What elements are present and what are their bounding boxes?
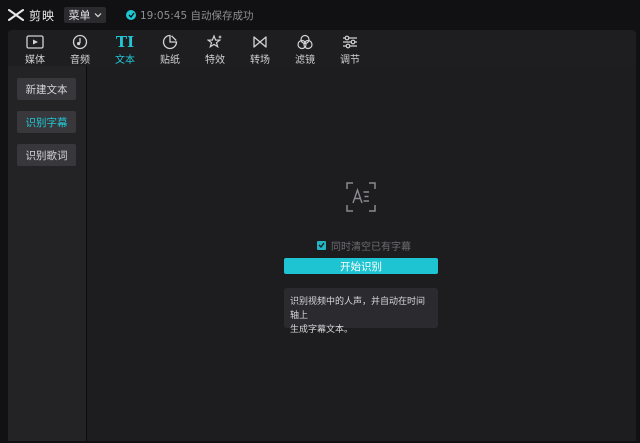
app-name: 剪映 — [29, 8, 56, 23]
transition-icon — [252, 33, 268, 50]
title-bar: 剪映 菜单 19:05:45 自动保存成功 — [0, 0, 640, 30]
sidebar-item-new-text[interactable]: 新建文本 — [17, 78, 76, 100]
check-circle-icon — [126, 10, 136, 20]
tab-adjust[interactable]: 调节 — [328, 30, 372, 66]
subtitle-recognition-panel: 同时清空已有字幕 开始识别 识别视频中的人声，并自动在时间轴上 生成字幕文本。 — [87, 66, 636, 441]
text-category-sidebar: 新建文本 识别字幕 识别歌词 — [8, 66, 86, 441]
tab-transition[interactable]: 转场 — [238, 30, 282, 66]
sidebar-item-recognize-lyrics[interactable]: 识别歌词 — [17, 144, 76, 166]
tab-label: 贴纸 — [160, 55, 180, 66]
text-icon: TI — [115, 32, 135, 51]
tab-label: 特效 — [205, 55, 225, 66]
tab-text[interactable]: TI 文本 — [103, 30, 147, 67]
clear-subtitles-checkbox[interactable] — [317, 240, 326, 250]
sidebar-item-recognize-subtitles[interactable]: 识别字幕 — [17, 111, 76, 133]
tab-label: 转场 — [250, 55, 270, 66]
tab-label: 音频 — [70, 55, 90, 66]
chevron-down-icon — [94, 13, 101, 18]
sidebar-item-label: 识别字幕 — [25, 116, 68, 129]
tab-label: 文本 — [115, 55, 135, 66]
tab-audio[interactable]: 音频 — [58, 30, 102, 66]
effects-icon — [207, 33, 223, 50]
sidebar-item-label: 识别歌词 — [25, 149, 68, 162]
sidebar-item-label: 新建文本 — [25, 83, 68, 96]
text-recognition-icon — [346, 182, 376, 212]
app-logo: 剪映 — [8, 7, 55, 23]
menu-label: 菜单 — [68, 9, 91, 22]
clear-existing-subtitles-option[interactable]: 同时清空已有字幕 — [317, 239, 411, 253]
tab-effects[interactable]: 特效 — [193, 30, 237, 66]
sticker-icon — [162, 33, 178, 50]
filter-icon — [297, 33, 313, 50]
tab-sticker[interactable]: 贴纸 — [148, 30, 192, 66]
capcut-logo-icon — [8, 9, 24, 21]
autosave-text: 19:05:45 自动保存成功 — [140, 9, 254, 22]
tab-label: 滤镜 — [295, 55, 315, 66]
main-toolbar: 媒体 音频 TI 文本 贴纸 特效 转场 滤镜 调节 — [8, 30, 636, 66]
clear-subtitles-label: 同时清空已有字幕 — [331, 241, 411, 253]
start-recognition-button[interactable]: 开始识别 — [284, 258, 438, 274]
audio-icon — [72, 33, 88, 50]
tab-label: 媒体 — [25, 55, 45, 66]
adjust-icon — [342, 33, 358, 50]
media-icon — [26, 33, 44, 50]
tab-label: 调节 — [340, 55, 360, 66]
tab-media[interactable]: 媒体 — [13, 30, 57, 66]
tab-filter[interactable]: 滤镜 — [283, 30, 327, 66]
autosave-status: 19:05:45 自动保存成功 — [126, 8, 254, 22]
menu-dropdown[interactable]: 菜单 — [64, 7, 106, 23]
recognition-description: 识别视频中的人声，并自动在时间轴上 生成字幕文本。 — [284, 288, 438, 335]
